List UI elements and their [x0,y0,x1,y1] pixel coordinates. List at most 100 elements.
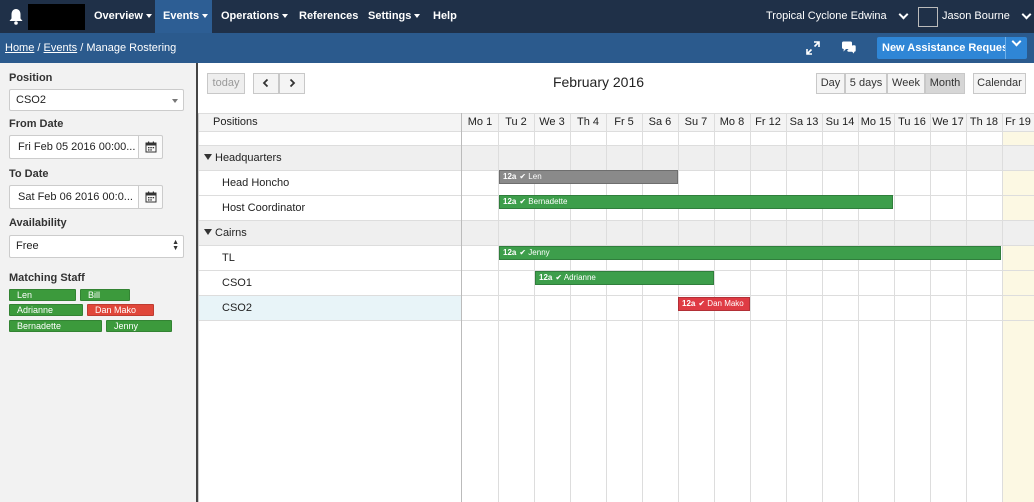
to-date-calendar-button[interactable] [138,185,163,209]
group-name: Headquarters [215,152,282,164]
day-header: We 3 [539,116,565,128]
resource-name: TL [222,252,235,264]
event-len[interactable]: 12a ✔ Len [499,170,678,184]
event-time: 12a [503,172,517,181]
calendar-button[interactable]: Calendar [973,73,1026,94]
nav-events[interactable]: Events [155,0,212,33]
resource-name: Host Coordinator [222,202,306,214]
from-date-calendar-button[interactable] [138,135,163,159]
day-header: Th 18 [969,116,999,128]
grid-line [894,113,895,502]
resource-cell: Head Honcho [198,171,462,195]
availability-select-value: Free [16,240,39,252]
view-week-button[interactable]: Week [887,73,925,94]
day-header: Tu 16 [898,116,926,128]
staff-chip-jenny[interactable]: Jenny [106,320,172,332]
calendar-icon [145,191,157,203]
staff-chip-adrianne[interactable]: Adrianne [9,304,83,316]
day-header: Mo 1 [467,116,493,128]
caret-down-icon [145,14,152,19]
staff-chip-bill[interactable]: Bill [80,289,130,301]
check-icon: ✔ [555,273,563,282]
view-5-days-button[interactable]: 5 days [845,73,887,94]
event-bernadette[interactable]: 12a ✔ Bernadette [499,195,893,209]
caret-down-icon [172,99,178,103]
grid-line [822,113,823,502]
nav-label: Events [163,10,200,22]
logo-redacted [28,4,85,30]
day-header: Su 14 [825,116,855,128]
from-date-input[interactable]: Fri Feb 05 2016 00:00... [9,135,139,159]
today-button[interactable]: today [207,73,245,94]
new-assistance-request-button[interactable]: New Assistance Request [877,37,1012,59]
nav-overview[interactable]: Overview [86,0,160,33]
staff-chip-bernadette[interactable]: Bernadette [9,320,102,332]
event-jenny[interactable]: 12a ✔ Jenny [499,246,1001,260]
breadcrumb-events[interactable]: Events [44,42,78,54]
day-header: Mo 15 [860,116,892,128]
event-selector[interactable]: Tropical Cyclone Edwina [766,0,909,33]
sub-header: Home / Events / Manage Rostering New Ass… [0,33,1034,63]
day-header: We 17 [932,116,964,128]
staff-chip-len[interactable]: Len [9,289,76,301]
resource-cell: CSO1 [198,271,462,295]
grid-line [930,113,931,502]
day-header: Sa 6 [648,116,672,128]
view-month-button[interactable]: Month [925,73,965,94]
nav-help[interactable]: Help [425,0,465,33]
top-navbar: Overview Events Operations References Se… [0,0,1034,33]
updown-arrows-icon: ▲ ▼ [172,239,179,252]
grid-line [461,113,462,502]
user-menu[interactable]: Jason Bourne [942,0,1032,33]
scheduler-header: Positions Mo 1 Tu 2 We 3 Th 4 Fr 5 Sa 6 … [198,113,1034,132]
breadcrumb-home[interactable]: Home [5,42,34,54]
group-name: Cairns [215,227,247,239]
expand-triangle-icon[interactable] [204,154,212,160]
availability-label: Availability [9,217,67,229]
event-time: 12a [682,299,696,308]
prev-button[interactable] [253,73,279,94]
check-icon: ✔ [698,299,706,308]
day-header: Sa 13 [789,116,819,128]
calendar-icon [145,141,157,153]
caret-down-icon [282,14,289,19]
grid-line [786,113,787,502]
event-name: Bernadette [528,197,568,206]
resource-row-selected[interactable]: CSO2 [198,296,1034,321]
resource-name: CSO2 [222,302,252,314]
event-time: 12a [539,273,553,282]
grid-line [1002,113,1003,502]
availability-select[interactable]: Free ▲ ▼ [9,235,184,258]
new-request-dropdown-toggle[interactable] [1005,36,1027,59]
resource-name: CSO1 [222,277,252,289]
nav-label: Settings [368,10,412,22]
group-row-cairns[interactable]: Cairns [198,221,1034,246]
to-date-input[interactable]: Sat Feb 06 2016 00:0... [9,185,139,209]
event-adrianne[interactable]: 12a ✔ Adrianne [535,271,714,285]
day-header: Mo 8 [719,116,745,128]
expand-icon[interactable] [806,41,820,55]
avatar[interactable] [918,7,938,27]
caret-down-icon [202,14,209,19]
day-header: Fr 19 [1005,116,1031,128]
position-select[interactable]: CSO2 [9,89,184,111]
breadcrumb-separator: / [37,42,41,54]
caret-down-icon [414,14,421,19]
nav-operations[interactable]: Operations [213,0,296,33]
chat-icon[interactable] [841,41,857,55]
group-row-headquarters[interactable]: Headquarters [198,146,1034,171]
group-label: Headquarters [204,146,282,171]
nav-references[interactable]: References [291,0,366,33]
expand-triangle-icon[interactable] [204,229,212,235]
resource-name: Head Honcho [222,177,290,189]
next-button[interactable] [279,73,305,94]
nav-settings[interactable]: Settings [360,0,428,33]
view-day-button[interactable]: Day [816,73,845,94]
event-name: Len [528,172,542,181]
event-name: Tropical Cyclone Edwina [766,10,887,22]
nav-label: References [299,10,359,22]
staff-chip-dan-mako[interactable]: Dan Mako [87,304,154,316]
event-dan-mako[interactable]: 12a ✔ Dan Mako [678,297,750,311]
bell-icon[interactable] [8,8,24,25]
event-time: 12a [503,197,517,206]
